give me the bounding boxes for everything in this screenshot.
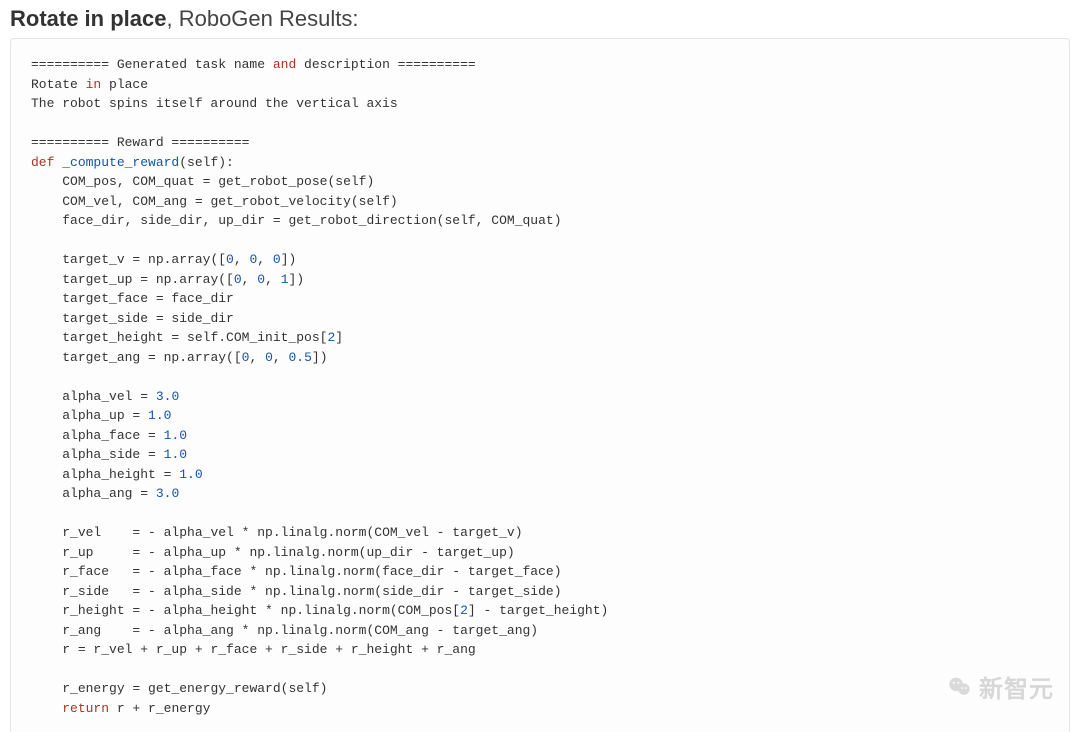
code-line: r_side = - alpha_side * np.linalg.norm(s… [31, 584, 562, 599]
code-token: ========== Generated task name [31, 57, 273, 72]
code-line: r_ang = - alpha_ang * np.linalg.norm(COM… [31, 623, 538, 638]
code-token: r_energy = get_energy_reward(self) [62, 681, 327, 696]
code-token: 0 [273, 252, 281, 267]
code-token: description ========== [296, 57, 475, 72]
code-token: 1.0 [179, 467, 202, 482]
code-line: r_face = - alpha_face * np.linalg.norm(f… [31, 564, 562, 579]
code-block: ========== Generated task name and descr… [31, 55, 1049, 718]
code-line: alpha_face = 1.0 [31, 428, 187, 443]
code-token: r_ang = - alpha_ang * np.linalg.norm(COM… [62, 623, 538, 638]
code-token: def [31, 155, 62, 170]
code-token: r_face = - alpha_face * np.linalg.norm(f… [62, 564, 561, 579]
code-frame: ========== Generated task name and descr… [10, 38, 1070, 732]
code-token: 0 [265, 350, 273, 365]
code-line: COM_pos, COM_quat = get_robot_pose(self) [31, 174, 374, 189]
code-token: alpha_height = [62, 467, 179, 482]
code-token: The robot spins itself around the vertic… [31, 96, 398, 111]
code-line: alpha_up = 1.0 [31, 408, 171, 423]
code-token: alpha_ang = [62, 486, 156, 501]
code-token: target_v = np.array([ [62, 252, 226, 267]
code-line: ========== Reward ========== [31, 135, 249, 150]
code-token: r_side = - alpha_side * np.linalg.norm(s… [62, 584, 561, 599]
code-token: , [273, 350, 289, 365]
code-token: 1.0 [164, 447, 187, 462]
page-root: Rotate in place, RoboGen Results: ======… [0, 0, 1080, 732]
code-line: r_energy = get_energy_reward(self) [31, 681, 327, 696]
code-line: alpha_vel = 3.0 [31, 389, 179, 404]
code-line: target_height = self.COM_init_pos[2] [31, 330, 343, 345]
code-token: target_side = side_dir [62, 311, 234, 326]
code-line: def _compute_reward(self): [31, 155, 234, 170]
code-line: face_dir, side_dir, up_dir = get_robot_d… [31, 213, 562, 228]
code-line: r_height = - alpha_height * np.linalg.no… [31, 603, 608, 618]
code-token: ]) [281, 252, 297, 267]
code-token: 0.5 [289, 350, 312, 365]
code-token: 0 [234, 272, 242, 287]
code-line: r_up = - alpha_up * np.linalg.norm(up_di… [31, 545, 515, 560]
code-token: face_dir, side_dir, up_dir = get_robot_d… [62, 213, 561, 228]
code-line: target_up = np.array([0, 0, 1]) [31, 272, 304, 287]
code-line: alpha_ang = 3.0 [31, 486, 179, 501]
code-token: alpha_up = [62, 408, 148, 423]
code-token: and [273, 57, 296, 72]
code-line: COM_vel, COM_ang = get_robot_velocity(se… [31, 194, 398, 209]
code-token: 0 [226, 252, 234, 267]
code-token: target_up = np.array([ [62, 272, 234, 287]
code-token: ]) [289, 272, 305, 287]
code-token: , [242, 272, 258, 287]
code-token: ========== Reward ========== [31, 135, 249, 150]
code-token: alpha_face = [62, 428, 163, 443]
code-token: , [265, 272, 281, 287]
code-line: The robot spins itself around the vertic… [31, 96, 398, 111]
code-token: 3.0 [156, 486, 179, 501]
code-line: Rotate in place [31, 77, 148, 92]
code-token: 1 [281, 272, 289, 287]
code-token: ] - target_height) [468, 603, 608, 618]
code-token: Rotate [31, 77, 86, 92]
code-token: _compute_reward [62, 155, 179, 170]
code-token: r = r_vel + r_up + r_face + r_side + r_h… [62, 642, 475, 657]
code-token: , [234, 252, 250, 267]
code-token: place [101, 77, 148, 92]
code-token: ]) [312, 350, 328, 365]
page-title: Rotate in place, RoboGen Results: [10, 6, 1076, 32]
code-line: target_side = side_dir [31, 311, 234, 326]
code-line: target_face = face_dir [31, 291, 234, 306]
code-line: return r + r_energy [31, 701, 210, 716]
code-token: COM_pos, COM_quat = get_robot_pose(self) [62, 174, 374, 189]
code-token: , [257, 252, 273, 267]
code-line: target_ang = np.array([0, 0, 0.5]) [31, 350, 328, 365]
code-token: target_face = face_dir [62, 291, 234, 306]
code-token: 0 [257, 272, 265, 287]
code-token: r + r_energy [109, 701, 210, 716]
code-token: r_vel = - alpha_vel * np.linalg.norm(COM… [62, 525, 522, 540]
code-line: alpha_height = 1.0 [31, 467, 203, 482]
code-token: target_ang = np.array([ [62, 350, 241, 365]
code-token: 3.0 [156, 389, 179, 404]
code-token: target_height = self.COM_init_pos[ [62, 330, 327, 345]
code-token: 1.0 [148, 408, 171, 423]
title-bold: Rotate in place [10, 6, 166, 31]
code-token: COM_vel, COM_ang = get_robot_velocity(se… [62, 194, 397, 209]
code-token: , [249, 350, 265, 365]
code-line: r_vel = - alpha_vel * np.linalg.norm(COM… [31, 525, 523, 540]
code-line: alpha_side = 1.0 [31, 447, 187, 462]
code-token: (self): [179, 155, 234, 170]
code-line: target_v = np.array([0, 0, 0]) [31, 252, 296, 267]
code-token: 1.0 [164, 428, 187, 443]
code-token: alpha_side = [62, 447, 163, 462]
code-token: in [86, 77, 102, 92]
code-token: r_up = - alpha_up * np.linalg.norm(up_di… [62, 545, 514, 560]
code-token: r_height = - alpha_height * np.linalg.no… [62, 603, 460, 618]
code-token: ] [335, 330, 343, 345]
code-line: ========== Generated task name and descr… [31, 57, 476, 72]
title-rest: , RoboGen Results: [166, 6, 358, 31]
code-token: 2 [460, 603, 468, 618]
code-token: return [62, 701, 109, 716]
code-line: r = r_vel + r_up + r_face + r_side + r_h… [31, 642, 476, 657]
code-token: alpha_vel = [62, 389, 156, 404]
